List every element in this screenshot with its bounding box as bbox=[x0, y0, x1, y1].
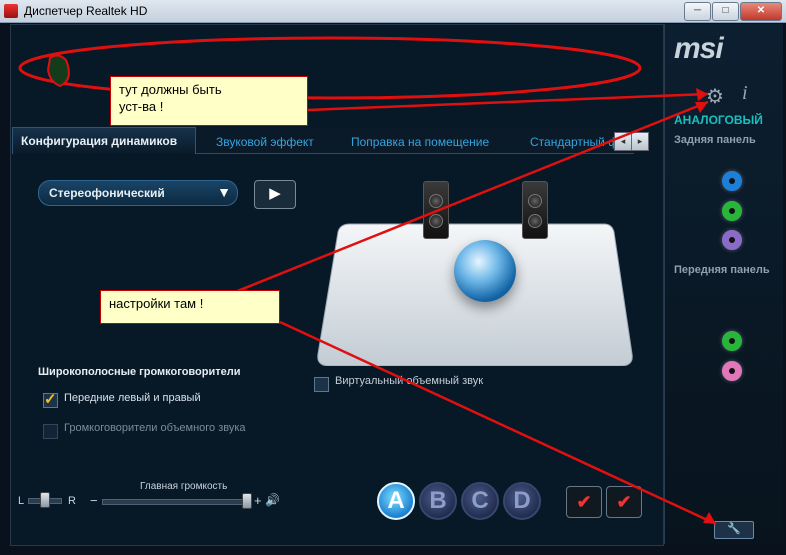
front-jack-pink[interactable] bbox=[722, 361, 742, 381]
tab-scroll-left-button[interactable]: ◂ bbox=[614, 132, 632, 151]
volume-minus-icon[interactable]: − bbox=[90, 493, 98, 508]
front-jack-green[interactable] bbox=[722, 331, 742, 351]
rear-jack-pink[interactable] bbox=[722, 230, 742, 250]
realtek-window: Диспетчер Realtek HD ─ □ ✕ msi ⚙ i АНАЛО… bbox=[0, 0, 786, 555]
speaker-right[interactable] bbox=[522, 181, 548, 239]
front-lr-checkbox[interactable] bbox=[43, 390, 58, 408]
maximize-button[interactable]: □ bbox=[712, 2, 739, 21]
tab-sound-effect[interactable]: Звуковой эффект bbox=[216, 135, 314, 149]
surround-checkbox[interactable] bbox=[43, 424, 58, 439]
speaker-config-select[interactable]: Стереофонический ▼ bbox=[38, 180, 238, 206]
master-volume-thumb[interactable] bbox=[242, 493, 252, 509]
title-bar: Диспетчер Realtek HD ─ □ ✕ bbox=[0, 0, 786, 23]
master-volume-track[interactable] bbox=[102, 499, 252, 505]
wrench-settings-icon[interactable]: 🔧 bbox=[714, 521, 754, 539]
minimize-button[interactable]: ─ bbox=[684, 2, 711, 21]
close-button[interactable]: ✕ bbox=[740, 2, 782, 21]
tab-speaker-configuration[interactable]: Конфигурация динамиков bbox=[12, 127, 196, 154]
apply-check-button[interactable]: ✔ bbox=[566, 486, 602, 518]
listener-sphere bbox=[454, 240, 516, 302]
info-icon[interactable]: i bbox=[742, 82, 748, 105]
confirm-check-button[interactable]: ✔ bbox=[606, 486, 642, 518]
fullrange-speakers-title: Широкополосные громкоговорители bbox=[38, 366, 241, 378]
tab-scroll-right-button[interactable]: ▸ bbox=[631, 132, 649, 151]
gear-icon[interactable]: ⚙ bbox=[706, 84, 724, 109]
balance-right-label: R bbox=[68, 495, 76, 507]
chevron-down-icon: ▼ bbox=[217, 184, 231, 200]
virtual-surround-checkbox[interactable] bbox=[314, 377, 329, 392]
balance-left-label: L bbox=[18, 495, 25, 507]
window-title: Диспетчер Realtek HD bbox=[24, 4, 148, 18]
annotation-note-devices: тут должны быть уст-ва ! bbox=[110, 76, 308, 126]
analog-label: АНАЛОГОВЫЙ bbox=[674, 113, 763, 127]
rear-jack-blue[interactable] bbox=[722, 171, 742, 191]
surround-label: Громкоговорители объемного звука bbox=[64, 422, 246, 434]
master-volume-label: Главная громкость bbox=[140, 481, 228, 492]
speaker-left[interactable] bbox=[423, 181, 449, 239]
profile-c-button[interactable]: C bbox=[461, 482, 499, 520]
tab-room-correction[interactable]: Поправка на помещение bbox=[351, 135, 489, 149]
profile-d-button[interactable]: D bbox=[503, 482, 541, 520]
front-panel-label: Передняя панель bbox=[674, 264, 770, 276]
rear-jack-green[interactable] bbox=[722, 201, 742, 221]
annotation-note-settings: настройки там ! bbox=[100, 290, 280, 324]
volume-plus-icon[interactable]: + bbox=[254, 493, 262, 508]
realtek-app-icon bbox=[4, 4, 18, 18]
virtual-surround-label: Виртуальный объемный звук bbox=[335, 375, 484, 387]
balance-slider-thumb[interactable] bbox=[40, 492, 50, 508]
msi-logo: msi bbox=[674, 32, 724, 65]
profile-a-button[interactable]: A bbox=[377, 482, 415, 520]
front-lr-label: Передние левый и правый bbox=[64, 392, 201, 404]
play-test-button[interactable]: ▶ bbox=[254, 180, 296, 209]
speaker-volume-icon[interactable]: 🔊 bbox=[265, 493, 280, 507]
tab-standard-format[interactable]: Стандартный ф bbox=[530, 135, 614, 149]
rear-panel-label: Задняя панель bbox=[674, 134, 756, 146]
profile-b-button[interactable]: B bbox=[419, 482, 457, 520]
